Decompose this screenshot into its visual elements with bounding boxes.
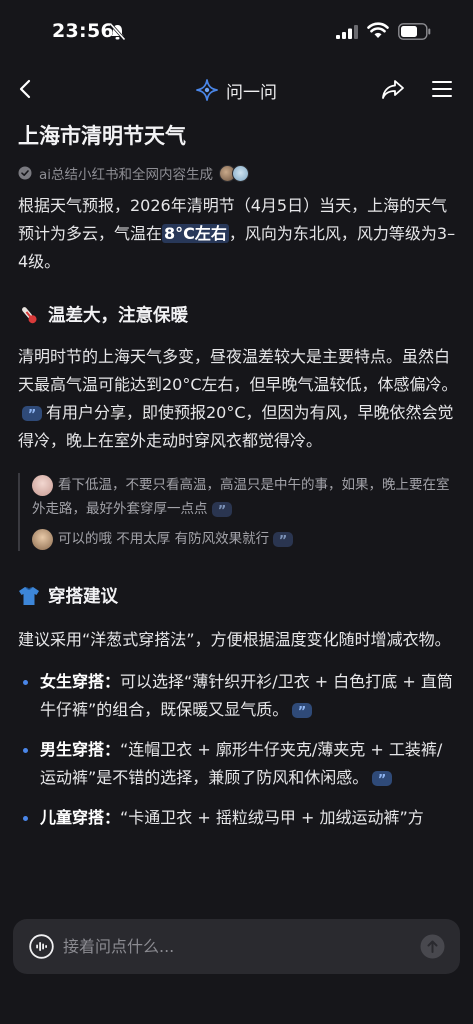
voice-input-icon[interactable] xyxy=(29,934,54,959)
follow-up-input[interactable] xyxy=(63,919,403,974)
outfit-tips-list: 女生穿搭：可以选择“薄针织开衫/卫衣 + 白色打底 + 直筒牛仔裤”的组合，既保… xyxy=(18,668,458,832)
avatar[interactable] xyxy=(32,474,53,496)
section-heading-text: 温差大，注意保暖 xyxy=(48,306,188,326)
status-bar: 23:56 xyxy=(0,0,473,62)
cellular-signal-icon xyxy=(336,25,358,39)
warmth-paragraph: 清明时节的上海天气多变，昼夜温差较大是主要特点。虽然白天最高气温可能达到20°C… xyxy=(18,343,458,455)
source-text: ai总结小红书和全网内容生成 xyxy=(39,167,214,183)
outfit-paragraph: 建议采用“洋葱式穿搭法”，方便根据温度变化随时增减衣物。 xyxy=(18,630,451,649)
verified-check-icon xyxy=(18,166,32,180)
avatar[interactable] xyxy=(32,528,53,550)
quote-reference-icon[interactable]: ” xyxy=(292,703,313,718)
list-item: 男生穿搭：“连帽卫衣 + 廓形牛仔夹克/薄夹克 + 工装裤/运动裤”是不错的选择… xyxy=(18,736,458,792)
shirt-icon xyxy=(19,586,39,605)
list-item: 儿童穿搭：“卡通卫衣 + 摇粒绒马甲 + 加绒运动裤”方 xyxy=(18,804,458,832)
bell-muted-icon xyxy=(109,23,126,41)
section-heading-warmth: 温差大，注意保暖 xyxy=(18,302,458,327)
chevron-left-icon[interactable] xyxy=(16,78,36,100)
section-heading-outfit: 穿搭建议 xyxy=(18,583,458,608)
source-avatars[interactable] xyxy=(219,164,250,182)
nav-title: 问一问 xyxy=(226,82,277,103)
comment-text: 看下低温，不要只看高温，高温只是中午的事，如果，晚上要在室外走路，最好外套穿厚一… xyxy=(32,477,450,517)
nav-title-group: 问一问 xyxy=(196,76,277,104)
warmth-text-2: 有用户分享，即使预报20°C，但因为有风，早晚依然会觉得冷，晚上在室外走动时穿风… xyxy=(18,403,454,450)
svg-text:”: ” xyxy=(217,504,226,517)
comment-text: 可以的哦 不用太厚 有防风效果就行 xyxy=(58,531,270,547)
status-time: 23:56 xyxy=(52,20,114,42)
battery-icon xyxy=(398,23,431,40)
tip-label: 女生穿搭： xyxy=(40,672,121,691)
quote-reference-icon[interactable]: ” xyxy=(273,531,294,547)
menu-icon[interactable] xyxy=(431,79,453,99)
user-comments-block: 看下低温，不要只看高温，高温只是中午的事，如果，晚上要在室外走路，最好外套穿厚一… xyxy=(18,473,458,551)
quote-reference-icon[interactable]: ” xyxy=(372,771,393,786)
chat-input-bar xyxy=(13,919,460,974)
quote-reference-icon[interactable]: ” xyxy=(22,406,42,421)
section-heading-text: 穿搭建议 xyxy=(48,587,118,607)
quote-reference-icon[interactable]: ” xyxy=(211,501,232,517)
temperature-highlight: 8°C左右 xyxy=(162,224,229,243)
svg-text:”: ” xyxy=(378,773,387,786)
warmth-text: 清明时节的上海天气多变，昼夜温差较大是主要特点。虽然白天最高气温可能达到20°C… xyxy=(18,347,458,394)
wifi-icon xyxy=(367,22,389,38)
svg-text:”: ” xyxy=(298,705,307,718)
source-line: ai总结小红书和全网内容生成 xyxy=(18,162,458,184)
nav-bar: 问一问 xyxy=(0,70,473,110)
user-comment: 可以的哦 不用太厚 有防风效果就行 ” xyxy=(32,527,458,551)
svg-text:”: ” xyxy=(279,534,288,547)
ai-star-logo-icon xyxy=(196,79,218,101)
user-comment: 看下低温，不要只看高温，高温只是中午的事，如果，晚上要在室外走路，最好外套穿厚一… xyxy=(32,473,458,521)
intro-paragraph: 根据天气预报，2026年清明节（4月5日）当天，上海的天气预计为多云，气温在 8°… xyxy=(18,192,458,276)
tip-label: 男生穿搭： xyxy=(40,740,121,759)
avatar xyxy=(232,164,250,182)
page-title: 上海市清明节天气 xyxy=(18,124,186,148)
thermometer-icon xyxy=(22,306,37,323)
article-content: 上海市清明节天气 ai总结小红书和全网内容生成 根据天气预报，2026年清明节（… xyxy=(18,118,458,832)
send-arrow-icon[interactable] xyxy=(420,934,445,959)
list-item: 女生穿搭：可以选择“薄针织开衫/卫衣 + 白色打底 + 直筒牛仔裤”的组合，既保… xyxy=(18,668,458,724)
tip-label: 儿童穿搭： xyxy=(40,808,121,827)
tip-text: “卡通卫衣 + 摇粒绒马甲 + 加绒运动裤”方 xyxy=(120,808,424,827)
share-icon[interactable] xyxy=(381,78,405,100)
svg-text:”: ” xyxy=(28,408,37,421)
